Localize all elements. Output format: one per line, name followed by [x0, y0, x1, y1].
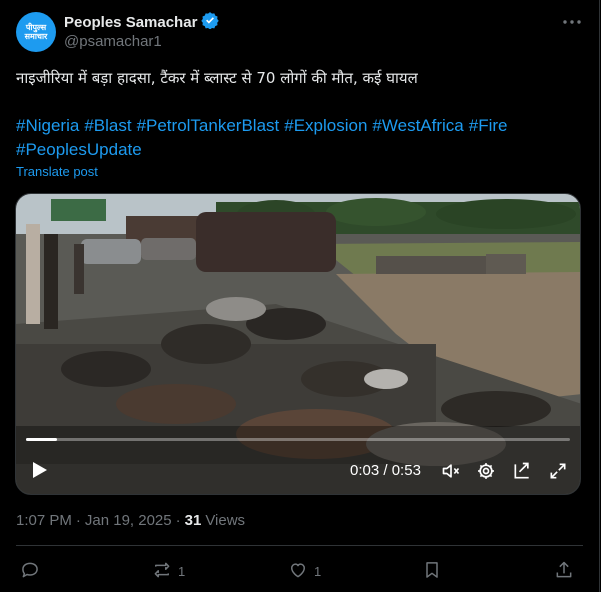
hashtag-link[interactable]: #Nigeria: [16, 116, 79, 135]
action-bar: 1 1: [16, 558, 583, 584]
meta-separator: ·: [75, 512, 81, 529]
heart-icon: [288, 560, 308, 583]
author-name-row: Peoples Samachar: [64, 11, 220, 34]
views-count: 31: [184, 512, 202, 529]
share-button[interactable]: [554, 558, 574, 584]
bookmark-button[interactable]: [422, 558, 442, 584]
like-button[interactable]: 1: [288, 558, 321, 584]
hashtag-link[interactable]: #WestAfrica: [372, 116, 463, 135]
author-handle[interactable]: @psamachar1: [64, 33, 162, 50]
post-time[interactable]: 1:07 PM: [16, 512, 72, 529]
video-progress-fill: [26, 438, 57, 441]
play-icon[interactable]: [28, 459, 50, 481]
video-progress-bar[interactable]: [26, 438, 570, 441]
hashtag-link[interactable]: #Explosion: [284, 116, 367, 135]
divider: [16, 545, 583, 546]
bookmark-icon: [422, 560, 442, 583]
hashtag-link[interactable]: #Blast: [84, 116, 131, 135]
fullscreen-icon[interactable]: [547, 460, 569, 482]
author-name[interactable]: Peoples Samachar: [64, 14, 197, 31]
more-options-icon[interactable]: [561, 12, 583, 32]
video-duration: 0:53: [391, 462, 421, 479]
share-icon: [554, 560, 574, 583]
avatar-text-line1: पीपुल्स: [25, 23, 47, 32]
picture-in-picture-icon[interactable]: [511, 460, 533, 482]
repost-icon: [152, 560, 172, 583]
settings-gear-icon[interactable]: [475, 460, 497, 482]
hashtag-link[interactable]: #PeoplesUpdate: [16, 140, 142, 159]
hashtag-list: #Nigeria #Blast #PetrolTankerBlast #Explosi…: [16, 114, 576, 162]
views-label: Views: [205, 512, 246, 529]
repost-button[interactable]: 1: [152, 558, 185, 584]
reply-button[interactable]: [20, 558, 46, 584]
post-text: नाइजीरिया में बड़ा हादसा, टैंकर में ब्ला…: [16, 69, 418, 87]
meta-separator: ·: [175, 512, 181, 529]
mute-icon[interactable]: [440, 460, 462, 482]
hashtag-link[interactable]: #PetrolTankerBlast: [137, 116, 280, 135]
repost-count: 1: [178, 563, 186, 579]
hashtag-link[interactable]: #Fire: [469, 116, 508, 135]
post-metadata: 1:07 PM · Jan 19, 2025 · 31 Views: [16, 512, 245, 529]
avatar[interactable]: पीपुल्स समाचार: [16, 12, 56, 52]
post-date[interactable]: Jan 19, 2025: [85, 512, 172, 529]
video-player[interactable]: 0:03 / 0:53: [15, 193, 581, 495]
avatar-text-line2: समाचार: [24, 32, 48, 41]
video-time: 0:03 / 0:53: [350, 462, 421, 479]
post-container: पीपुल्स समाचार Peoples Samachar @psamach…: [0, 0, 600, 592]
video-current-time: 0:03: [350, 462, 380, 479]
video-frame: [16, 194, 580, 494]
reply-icon: [20, 560, 40, 583]
like-count: 1: [314, 563, 322, 579]
verified-badge-icon: [201, 11, 220, 34]
video-time-separator: /: [379, 462, 392, 479]
translate-post-link[interactable]: Translate post: [16, 164, 98, 179]
